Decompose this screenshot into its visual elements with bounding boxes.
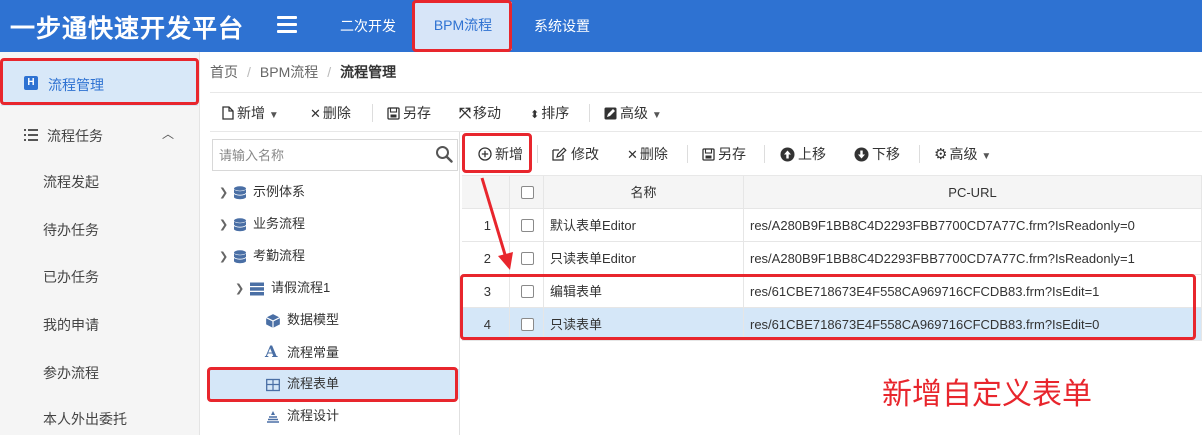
design-stack-icon: [267, 410, 279, 423]
sidebar-item-participated[interactable]: 参办流程: [43, 363, 99, 383]
caret-down-icon: ▼: [651, 110, 662, 121]
database-icon: [233, 185, 247, 199]
new-file-icon: [222, 106, 234, 120]
highlight-box-process-management: [0, 58, 199, 105]
sort-icon: ⬍: [530, 109, 540, 121]
tree-node-example[interactable]: ❯ 示例体系: [219, 176, 305, 208]
move-up-button[interactable]: 上移: [780, 134, 826, 174]
row-name: 只读表单Editor: [544, 242, 744, 275]
tree-node-constants[interactable]: A 流程常量: [265, 336, 339, 368]
form-edit-button[interactable]: 修改: [552, 134, 599, 174]
highlight-box-new-forms: [460, 274, 1196, 340]
highlight-box-bpm-tab: [412, 0, 512, 52]
close-icon: ✕: [627, 147, 638, 162]
database-icon: [233, 249, 247, 263]
arrow-up-circle-icon: [780, 147, 795, 162]
sidebar: H 流程管理 流程任务 ︿ 流程发起 待办任务 已办任务 我的申请 参办流程 本…: [0, 52, 200, 435]
topnav-settings[interactable]: 系统设置: [520, 0, 604, 52]
menu-toggle-icon[interactable]: [277, 16, 297, 36]
delete-button[interactable]: ✕ 删除: [310, 93, 351, 133]
sidebar-item-start-process[interactable]: 流程发起: [43, 172, 99, 192]
database-icon: [233, 217, 247, 231]
app-title: 一步通快速开发平台: [10, 14, 245, 43]
tree-node-design[interactable]: 流程设计: [265, 400, 339, 432]
caret-down-icon: ▼: [981, 151, 992, 162]
annotation-arrow-icon: [480, 177, 513, 270]
edit-icon: [552, 147, 567, 161]
form-toolbar: 新增 修改 ✕ 删除 另存 上移 下移 ⚙ 高级 ▼: [462, 132, 1202, 176]
form-save-as-button[interactable]: 另存: [702, 134, 746, 174]
cube-icon: [265, 313, 281, 328]
table-header: 名称 PC-URL: [462, 176, 1202, 209]
form-advanced-button[interactable]: ⚙ 高级 ▼: [934, 134, 991, 174]
top-bar: 一步通快速开发平台 二次开发 BPM流程 系统设置: [0, 0, 1202, 52]
move-button[interactable]: ⤧ 移动: [459, 93, 501, 133]
save-icon: [387, 107, 400, 120]
tree-search-input[interactable]: [213, 140, 423, 170]
process-toolbar: 新增 ▼ ✕ 删除 另存 ⤧ 移动 ⬍ 排序 高级 ▼: [210, 92, 1202, 132]
tree-node-business[interactable]: ❯ 业务流程: [219, 208, 305, 240]
gear-icon: ⚙: [934, 146, 948, 163]
sidebar-item-todo[interactable]: 待办任务: [43, 220, 99, 240]
row-url: res/A280B9F1BB8C4D2293FBB7700CD7A77C.frm…: [744, 209, 1202, 242]
row-url: res/A280B9F1BB8C4D2293FBB7700CD7A77C.frm…: [744, 242, 1202, 275]
chevron-right-icon[interactable]: ❯: [219, 209, 233, 241]
save-icon: [702, 148, 715, 161]
highlight-box-new-button: [462, 133, 532, 173]
sidebar-item-done[interactable]: 已办任务: [43, 267, 99, 287]
column-header-name[interactable]: 名称: [544, 176, 744, 209]
save-as-button[interactable]: 另存: [387, 93, 431, 133]
column-header-pc-url[interactable]: PC-URL: [744, 176, 1202, 209]
tree-node-leave-process[interactable]: ❯ 请假流程1: [235, 272, 330, 304]
advanced-button[interactable]: 高级 ▼: [604, 93, 662, 133]
table-row[interactable]: 2 只读表单Editor res/A280B9F1BB8C4D2293FBB77…: [462, 242, 1202, 275]
form-delete-button[interactable]: ✕ 删除: [627, 134, 668, 174]
edit-square-icon: [604, 107, 617, 120]
move-down-button[interactable]: 下移: [854, 134, 900, 174]
annotation-label: 新增自定义表单: [882, 377, 1092, 412]
topnav-secondary-dev[interactable]: 二次开发: [326, 0, 410, 52]
chevron-up-icon[interactable]: ︿: [162, 125, 174, 142]
sidebar-group-process-tasks[interactable]: 流程任务 ︿: [0, 114, 200, 156]
breadcrumb: 首页 / BPM流程 / 流程管理: [210, 64, 397, 80]
new-button[interactable]: 新增 ▼: [222, 93, 279, 133]
table-row[interactable]: 1 默认表单Editor res/A280B9F1BB8C4D2293FBB77…: [462, 209, 1202, 242]
sort-button[interactable]: ⬍ 排序: [530, 93, 569, 133]
breadcrumb-bpm[interactable]: BPM流程: [260, 64, 318, 80]
sidebar-item-delegation[interactable]: 本人外出委托: [43, 409, 127, 429]
sidebar-group-label: 流程任务: [47, 128, 103, 144]
breadcrumb-current: 流程管理: [340, 64, 397, 80]
arrow-down-circle-icon: [854, 147, 869, 162]
chevron-right-icon[interactable]: ❯: [219, 177, 233, 209]
list-icon: [24, 129, 38, 141]
highlight-box-forms-node: [207, 367, 458, 402]
tree-node-attendance[interactable]: ❯ 考勤流程: [219, 240, 305, 272]
sidebar-item-my-requests[interactable]: 我的申请: [43, 315, 99, 335]
row-name: 默认表单Editor: [544, 209, 744, 242]
chevron-down-icon[interactable]: ❯: [235, 273, 249, 305]
tree-node-data-model[interactable]: 数据模型: [265, 304, 339, 336]
search-icon[interactable]: [435, 145, 453, 163]
chevron-down-icon[interactable]: ❯: [219, 241, 233, 273]
font-letter-icon: A: [265, 342, 278, 361]
tree-search-box: [212, 139, 458, 171]
close-icon: ✕: [310, 106, 321, 121]
server-icon: [250, 282, 264, 296]
move-icon: ⤧: [459, 105, 472, 122]
breadcrumb-home[interactable]: 首页: [210, 64, 238, 80]
caret-down-icon: ▼: [268, 110, 279, 121]
